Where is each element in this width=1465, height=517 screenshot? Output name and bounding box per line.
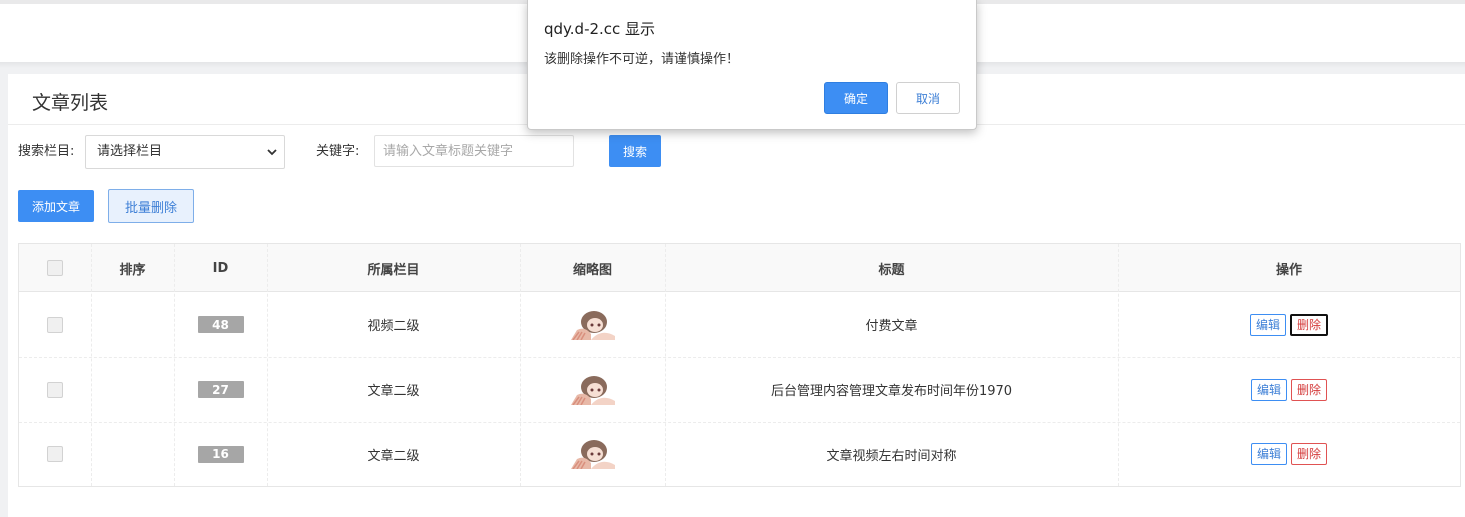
delete-button[interactable]: 删除 (1290, 313, 1329, 336)
panel-title: 文章列表 (32, 92, 109, 114)
row-checkbox[interactable] (47, 381, 63, 398)
id-badge: 16 (197, 445, 244, 463)
edit-button[interactable]: 编辑 (1250, 378, 1287, 401)
row-actions: 编辑 删除 (1118, 357, 1460, 422)
select-all-cell (19, 244, 91, 292)
column-select[interactable]: 请选择栏目 (85, 135, 285, 169)
article-table: 排序 ID 所属栏目 缩略图 标题 操作 48 视频二级 付费文章 编辑 删除 … (18, 243, 1461, 487)
row-actions: 编辑 删除 (1118, 422, 1460, 486)
row-actions: 编辑 删除 (1118, 292, 1460, 357)
add-article-button[interactable]: 添加文章 (18, 190, 94, 222)
keyword-label: 关键字: (316, 144, 360, 159)
id-badge: 27 (197, 381, 244, 398)
chevron-down-icon (266, 136, 278, 168)
header-category: 所属栏目 (367, 262, 420, 278)
table-row (19, 292, 91, 357)
confirm-cancel-button[interactable]: 取消 (896, 82, 960, 114)
id-badge: 48 (197, 316, 244, 333)
dialog-origin: qdy.d-2.cc 显示 (544, 20, 656, 38)
dialog-message: 该删除操作不可逆，请谨慎操作！ (544, 52, 740, 67)
row-category: 视频二级 (367, 319, 420, 334)
select-all-checkbox[interactable] (47, 260, 63, 276)
delete-button[interactable]: 删除 (1291, 378, 1328, 401)
table-row (19, 422, 91, 486)
header-id[interactable]: ID (174, 244, 267, 292)
row-checkbox[interactable] (47, 316, 63, 333)
keyword-input[interactable] (374, 135, 574, 167)
column-select-value: 请选择栏目 (97, 144, 163, 159)
search-button[interactable]: 搜索 (609, 135, 661, 167)
header-sort[interactable]: 排序 (91, 244, 174, 292)
confirm-dialog: qdy.d-2.cc 显示 该删除操作不可逆，请谨慎操作！ 确定 取消 (527, 0, 977, 130)
thumbnail-image (570, 309, 615, 340)
header-thumbnail: 缩略图 (572, 262, 612, 278)
header-title: 标题 (878, 262, 905, 278)
row-title[interactable]: 后台管理内容管理文章发布时间年份1970 (665, 357, 1118, 422)
row-category: 文章二级 (367, 384, 420, 399)
header-actions: 操作 (1275, 262, 1302, 278)
edit-button[interactable]: 编辑 (1250, 443, 1287, 465)
table-row (19, 357, 91, 422)
delete-button[interactable]: 删除 (1291, 443, 1328, 465)
row-category: 文章二级 (367, 448, 420, 464)
row-title[interactable]: 文章视频左右时间对称 (665, 422, 1118, 486)
thumbnail-image (570, 439, 615, 469)
confirm-ok-button[interactable]: 确定 (824, 82, 888, 114)
row-checkbox[interactable] (47, 446, 63, 462)
row-title[interactable]: 付费文章 (665, 292, 1118, 357)
batch-delete-button[interactable]: 批量删除 (108, 189, 194, 223)
thumbnail-image (570, 374, 615, 405)
edit-button[interactable]: 编辑 (1249, 313, 1286, 336)
article-list-panel: 文章列表 搜索栏目: 请选择栏目 关键字: 搜索 添加文章 批量删除 排序 ID… (8, 74, 1465, 517)
column-filter-label: 搜索栏目: (18, 144, 75, 159)
